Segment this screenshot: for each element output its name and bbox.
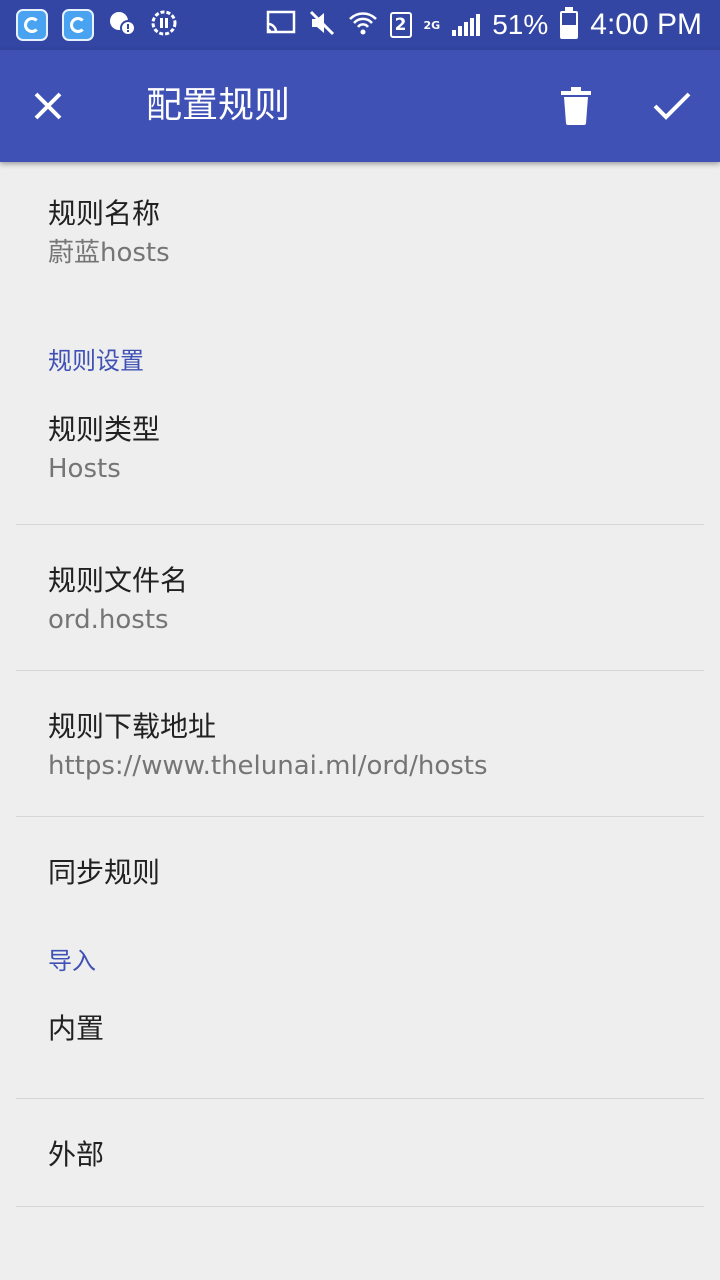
rule-download-url-preference[interactable]: 规则下载地址 https://www.thelunai.ml/ord/hosts	[0, 671, 720, 816]
import-external-title: 外部	[48, 1138, 105, 1171]
rule-name-summary: 蔚蓝hosts	[48, 238, 170, 268]
done-button[interactable]	[644, 78, 700, 134]
app-icon	[16, 9, 48, 41]
app-icon	[62, 9, 94, 41]
battery-icon	[560, 7, 579, 39]
delete-icon	[561, 87, 591, 125]
divider	[16, 1206, 704, 1207]
import-builtin-title: 内置	[48, 1012, 105, 1045]
mute-icon	[308, 9, 336, 41]
delete-button[interactable]	[548, 78, 604, 134]
rule-filename-title: 规则文件名	[48, 564, 189, 597]
import-external-preference[interactable]: 外部	[0, 1099, 720, 1206]
page-title: 配置规则	[146, 85, 291, 126]
notification-icon	[108, 9, 136, 41]
network-type-label: 2G	[423, 18, 441, 32]
close-icon	[34, 92, 62, 120]
category-import: 导入	[48, 947, 96, 975]
check-icon	[653, 92, 691, 120]
clock: 4:00 PM	[590, 8, 702, 41]
rule-filename-summary: ord.hosts	[48, 605, 169, 635]
sim-icon: 2	[389, 12, 412, 38]
cast-icon	[266, 10, 296, 40]
app-bar: 配置规则	[0, 50, 720, 162]
wifi-icon	[348, 9, 378, 41]
signal-icon	[452, 14, 481, 36]
rule-name-title: 规则名称	[48, 197, 161, 230]
close-button[interactable]	[20, 78, 76, 134]
rule-name-preference[interactable]: 规则名称 蔚蓝hosts	[0, 162, 720, 324]
rule-type-title: 规则类型	[48, 413, 161, 446]
rule-type-preference[interactable]: 规则类型 Hosts	[0, 392, 720, 524]
rule-filename-preference[interactable]: 规则文件名 ord.hosts	[0, 525, 720, 670]
status-bar: 2 2G 51% 4:00 PM	[0, 0, 720, 50]
rule-download-url-summary: https://www.thelunai.ml/ord/hosts	[48, 751, 488, 781]
sync-icon	[150, 9, 178, 41]
sync-rule-title: 同步规则	[48, 856, 161, 889]
battery-percent: 51%	[492, 9, 549, 40]
sync-rule-preference[interactable]: 同步规则	[0, 817, 720, 924]
category-rule-settings: 规则设置	[48, 347, 144, 375]
import-builtin-preference[interactable]: 内置	[0, 992, 720, 1098]
rule-type-summary: Hosts	[48, 454, 121, 484]
settings-list: 规则名称 蔚蓝hosts 规则设置 规则类型 Hosts 规则文件名 ord.h…	[0, 162, 720, 1207]
rule-download-url-title: 规则下载地址	[48, 710, 217, 743]
